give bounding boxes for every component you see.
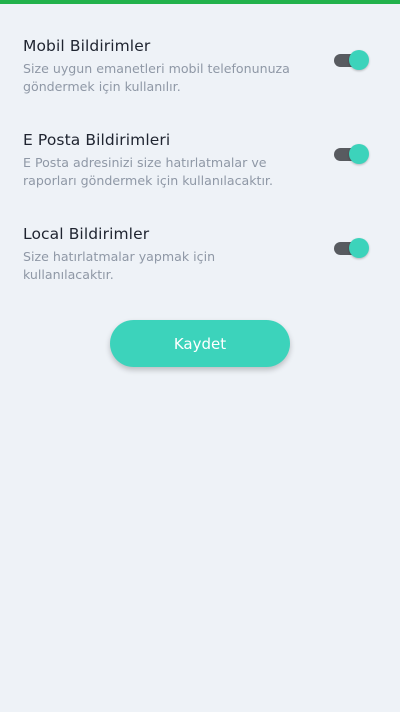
setting-row-email: E Posta Bildirimleri E Posta adresinizi … — [0, 131, 400, 211]
setting-title: Mobil Bildirimler — [23, 37, 151, 55]
setting-description: Size hatırlatmalar yapmak için kullanıla… — [23, 249, 216, 282]
setting-title: Local Bildirimler — [23, 225, 150, 243]
setting-title: E Posta Bildirimleri — [23, 131, 171, 149]
local-notifications-toggle[interactable] — [334, 237, 370, 259]
toggle-thumb — [349, 238, 369, 258]
setting-row-mobile: Mobil Bildirimler Size uygun emanetleri … — [0, 37, 400, 117]
setting-row-local: Local Bildirimler Size hatırlatmalar yap… — [0, 225, 400, 305]
setting-description: E Posta adresinizi size hatırlatmalar ve… — [23, 155, 273, 188]
email-notifications-toggle[interactable] — [334, 143, 370, 165]
toggle-thumb — [349, 144, 369, 164]
mobile-notifications-toggle[interactable] — [334, 49, 370, 71]
status-accent-bar — [0, 0, 400, 4]
save-button[interactable]: Kaydet — [110, 320, 290, 367]
setting-description: Size uygun emanetleri mobil telefonunuza… — [23, 61, 290, 94]
toggle-thumb — [349, 50, 369, 70]
